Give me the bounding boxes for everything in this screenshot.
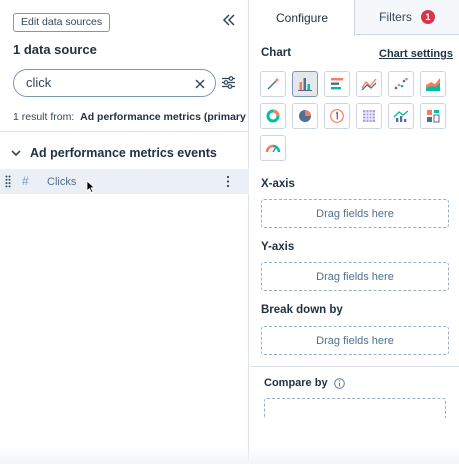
kpi-number-icon: [330, 109, 344, 123]
chart-type-summary[interactable]: [420, 103, 446, 129]
mouse-cursor-icon: [86, 180, 96, 193]
horizontal-bar-chart-icon: [331, 78, 343, 90]
combination-chart-icon: [393, 110, 409, 122]
field-search: [13, 69, 216, 97]
data-source-count: 1 data source: [13, 42, 97, 57]
chart-settings-link[interactable]: Chart settings: [379, 48, 453, 60]
result-source: Ad performance metrics (primary: [80, 111, 246, 123]
chart-type-line[interactable]: [356, 71, 382, 97]
tab-configure[interactable]: Configure: [250, 0, 355, 36]
chart-type-area[interactable]: [420, 71, 446, 97]
field-group-header[interactable]: Ad performance metrics events: [10, 145, 217, 161]
chart-type-combination[interactable]: [388, 103, 414, 129]
field-label: Clicks: [47, 176, 77, 188]
close-icon[interactable]: [193, 77, 207, 91]
area-chart-icon: [426, 78, 440, 91]
chart-type-horizontal-bar[interactable]: [324, 71, 350, 97]
drag-handle-icon[interactable]: [5, 175, 11, 188]
collapse-panel-icon[interactable]: [220, 11, 238, 29]
break-down-drop-zone[interactable]: Drag fields here: [261, 326, 449, 355]
filters-count-badge: 1: [420, 10, 435, 24]
sliders-icon[interactable]: [221, 75, 236, 90]
donut-chart-icon: [266, 109, 280, 123]
compare-by-drop-zone[interactable]: [264, 398, 446, 418]
scatter-chart-icon: [394, 77, 408, 90]
scroll-fade: [0, 448, 459, 464]
gauge-chart-icon: [265, 144, 281, 153]
chart-type-scatter[interactable]: [388, 71, 414, 97]
compare-by-label: Compare by: [264, 377, 328, 389]
chart-type-vertical-bar[interactable]: [292, 71, 318, 97]
edit-data-sources-button[interactable]: Edit data sources: [13, 13, 111, 32]
panel-tabs: Configure Filters 1: [250, 0, 459, 36]
info-icon[interactable]: [333, 377, 345, 389]
field-item-clicks[interactable]: # Clicks: [0, 169, 249, 194]
tab-filters-label: Filters: [379, 10, 412, 24]
magic-wand-icon: [267, 77, 280, 90]
chart-type-donut[interactable]: [260, 103, 286, 129]
configure-panel: Configure Filters 1 Chart Chart settings: [250, 0, 459, 464]
break-down-label: Break down by: [261, 304, 343, 316]
chevron-down-icon: [11, 150, 21, 157]
line-chart-icon: [361, 78, 377, 91]
search-result-summary: 1 result from: Ad performance metrics (p…: [13, 111, 249, 123]
compare-by-header: Compare by: [264, 377, 345, 389]
pie-chart-icon: [299, 110, 311, 122]
divider: [250, 366, 459, 367]
field-group-label: Ad performance metrics events: [30, 146, 217, 160]
data-sources-panel: Edit data sources 1 data source 1 result…: [0, 0, 249, 464]
x-axis-drop-zone[interactable]: Drag fields here: [261, 199, 449, 228]
chart-type-pivot-table[interactable]: [356, 103, 382, 129]
x-axis-label: X-axis: [261, 178, 295, 190]
tab-filters[interactable]: Filters 1: [355, 0, 459, 35]
chart-section-title: Chart: [261, 47, 292, 59]
chart-type-gauge[interactable]: [260, 135, 286, 161]
y-axis-label: Y-axis: [261, 241, 295, 253]
y-axis-drop-zone[interactable]: Drag fields here: [261, 262, 449, 291]
number-type-icon: #: [22, 174, 29, 188]
pivot-table-icon: [363, 110, 375, 122]
chart-type-kpi[interactable]: [324, 103, 350, 129]
summary-chart-icon: [427, 110, 440, 123]
divider: [0, 131, 249, 132]
search-input[interactable]: [26, 75, 186, 90]
vertical-bar-chart-icon: [298, 78, 312, 91]
result-prefix: 1 result from:: [13, 111, 75, 123]
chart-type-magic-wand[interactable]: [260, 71, 286, 97]
more-options-icon[interactable]: [225, 175, 231, 188]
chart-type-pie[interactable]: [292, 103, 318, 129]
